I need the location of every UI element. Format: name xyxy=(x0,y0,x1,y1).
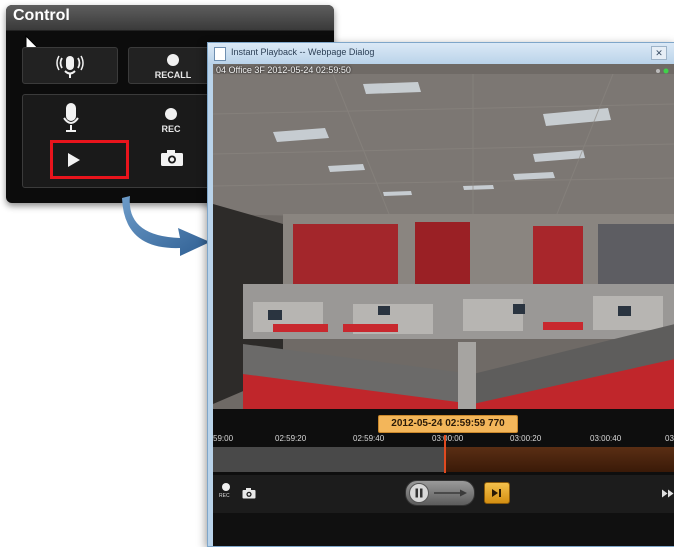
recall-label: RECALL xyxy=(154,70,192,80)
current-timestamp-badge: 2012-05-24 02:59:59 770 xyxy=(378,415,518,433)
pause-icon xyxy=(409,483,429,503)
pause-slider-button[interactable] xyxy=(405,480,475,506)
tick-label: 03:00:40 xyxy=(590,434,622,443)
camera-icon[interactable] xyxy=(160,149,184,167)
status-indicator-icon xyxy=(656,68,669,74)
tick-label: 03:00:00 xyxy=(432,434,464,443)
tick-label: 02:59:40 xyxy=(353,434,385,443)
close-button[interactable]: ✕ xyxy=(651,46,667,60)
rec-dot-icon[interactable] xyxy=(165,108,177,120)
timeline-playhead[interactable] xyxy=(444,435,446,473)
record-dot-icon xyxy=(167,54,179,66)
slider-arrow-icon xyxy=(434,489,467,497)
control-header: Control xyxy=(6,5,334,31)
snapshot-icon[interactable] xyxy=(242,488,256,499)
instant-playback-dialog: Instant Playback -- Webpage Dialog ✕ 04 … xyxy=(207,42,674,547)
next-frame-icon xyxy=(492,489,501,497)
small-rec-button[interactable]: REC xyxy=(219,483,233,505)
recall-button[interactable]: RECALL xyxy=(128,47,218,84)
wireless-mic-icon xyxy=(56,55,84,78)
small-rec-label: REC xyxy=(219,493,230,499)
rec-label: REC xyxy=(161,124,181,134)
fast-forward-icon[interactable] xyxy=(662,489,674,498)
rec-dot-icon xyxy=(222,483,230,491)
wireless-mic-button[interactable] xyxy=(22,47,118,84)
timeline-future-track[interactable] xyxy=(445,447,674,472)
next-frame-button[interactable] xyxy=(484,482,510,504)
play-icon xyxy=(68,153,80,167)
microphone-icon[interactable] xyxy=(61,102,81,134)
office-camera-image xyxy=(213,74,674,409)
timeline-played-track[interactable] xyxy=(213,447,445,472)
tick-label: 59:00 xyxy=(213,434,234,443)
camera-overlay-text: 04 Office 3F 2012-05-24 02:59:50 xyxy=(216,65,351,75)
dialog-titlebar[interactable]: Instant Playback -- Webpage Dialog ✕ xyxy=(208,43,674,63)
dialog-bottom-strip xyxy=(213,513,674,546)
control-title: Control xyxy=(13,7,70,24)
tick-label: 03:00:20 xyxy=(510,434,542,443)
timeline[interactable]: 2012-05-24 02:59:59 770 59:00 02:59:20 0… xyxy=(213,409,674,475)
dialog-title: Instant Playback -- Webpage Dialog xyxy=(231,47,375,57)
page-icon xyxy=(214,47,226,61)
tick-label: 02:59:20 xyxy=(275,434,307,443)
video-view[interactable]: 04 Office 3F 2012-05-24 02:59:50 xyxy=(213,64,674,409)
playback-controls: REC xyxy=(213,475,674,513)
tick-label: 03 xyxy=(665,434,674,443)
play-button[interactable] xyxy=(50,140,129,179)
